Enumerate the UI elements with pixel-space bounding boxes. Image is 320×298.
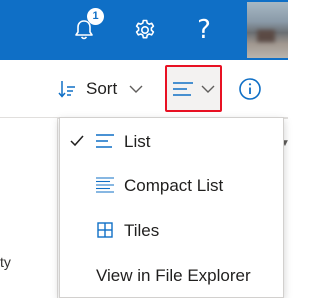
view-options-menu: List Compact List Tiles View in File Exp… [59, 117, 284, 298]
gear-icon [135, 19, 155, 39]
menu-item-view-in-file-explorer[interactable]: View in File Explorer [60, 254, 283, 298]
list-view-icon [172, 81, 193, 96]
user-avatar[interactable] [247, 2, 288, 58]
chevron-down-icon [201, 85, 214, 93]
notification-count-badge: 1 [87, 8, 104, 25]
menu-item-label: View in File Explorer [96, 266, 251, 285]
command-bar: Sort [0, 60, 288, 118]
menu-item-label: Tiles [124, 221, 160, 240]
menu-item-label: Compact List [124, 176, 224, 195]
file-list-column [0, 118, 58, 298]
menu-item-compact-list[interactable]: Compact List [60, 164, 283, 208]
list-icon [96, 134, 114, 148]
chevron-down-icon [129, 85, 143, 93]
view-switcher-button[interactable] [165, 65, 222, 112]
sort-button[interactable]: Sort [58, 74, 154, 104]
notifications-button[interactable]: 1 [60, 0, 108, 60]
help-button[interactable]: ? [180, 0, 228, 60]
suite-header: 1 ? [0, 0, 288, 60]
sort-icon [58, 81, 75, 98]
help-icon: ? [197, 15, 211, 45]
sort-label: Sort [86, 79, 118, 98]
info-button[interactable] [238, 77, 262, 101]
menu-item-tiles[interactable]: Tiles [60, 209, 283, 253]
column-header-text: ty [0, 254, 11, 270]
tiles-icon [97, 222, 113, 238]
compact-list-icon [96, 177, 114, 193]
settings-button[interactable] [121, 0, 169, 60]
info-icon [239, 78, 261, 100]
menu-item-list[interactable]: List [60, 120, 283, 164]
menu-item-label: List [124, 132, 151, 151]
checkmark-icon [70, 135, 84, 147]
